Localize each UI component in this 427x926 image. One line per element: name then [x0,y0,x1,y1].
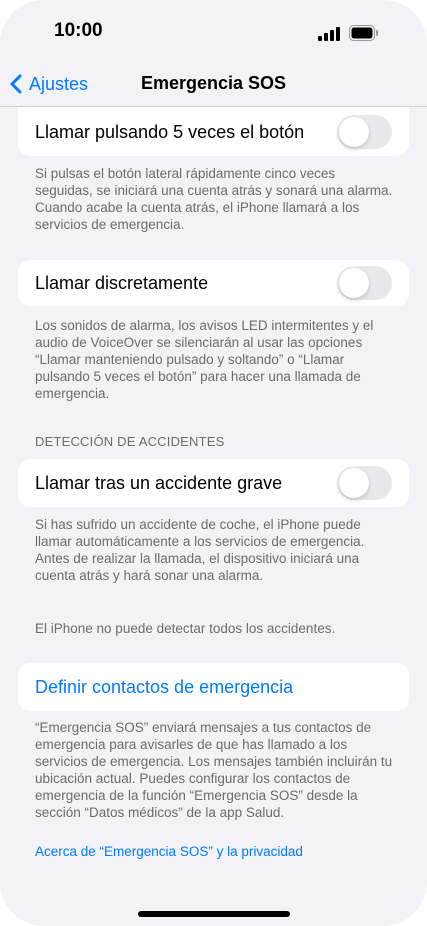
crash-toggle[interactable] [337,466,392,500]
crash-footer: Si has sufrido un accidente de coche, el… [35,517,365,583]
privacy-link[interactable]: Acerca de “Emergencia SOS” y la privacid… [35,843,395,860]
page-title: Emergencia SOS [140,73,287,93]
status-time: 10:00 [54,20,103,41]
crash-label: Llamar tras un accidente grave [35,473,283,493]
contacts-footer: “Emergencia SOS” enviará mensajes a tus … [35,720,393,820]
toggle-knob [339,117,369,147]
press5-row[interactable]: Llamar pulsando 5 veces el botón [18,107,409,156]
silent-label: Llamar discretamente [35,273,209,293]
home-indicator[interactable] [138,911,290,917]
navigation-bar: Ajustes Emergencia SOS [0,62,427,107]
toggle-knob [339,268,369,298]
silent-toggle[interactable] [337,266,392,300]
phone-screen: 10:00 Ajustes Emergencia SOS Llamar puls… [0,0,427,926]
toggle-knob [339,468,369,498]
press5-toggle[interactable] [337,115,392,149]
status-bar: 10:00 [0,0,427,62]
emergency-contacts-label: Definir contactos de emergencia [35,677,294,697]
cellular-signal-icon [318,27,340,41]
press5-label: Llamar pulsando 5 veces el botón [35,122,305,142]
battery-icon [349,25,378,41]
silent-footer: Los sonidos de alarma, los avisos LED in… [35,318,374,401]
press5-footer: Si pulsas el botón lateral rápidamente c… [35,166,393,232]
crash-row[interactable]: Llamar tras un accidente grave [18,459,409,507]
silent-row[interactable]: Llamar discretamente [18,260,409,306]
emergency-contacts-row[interactable]: Definir contactos de emergencia [18,663,409,711]
section-header-crash: DETECCIÓN DE ACCIDENTES [35,434,225,449]
crash-footer-note: El iPhone no puede detectar todos los ac… [35,621,336,636]
